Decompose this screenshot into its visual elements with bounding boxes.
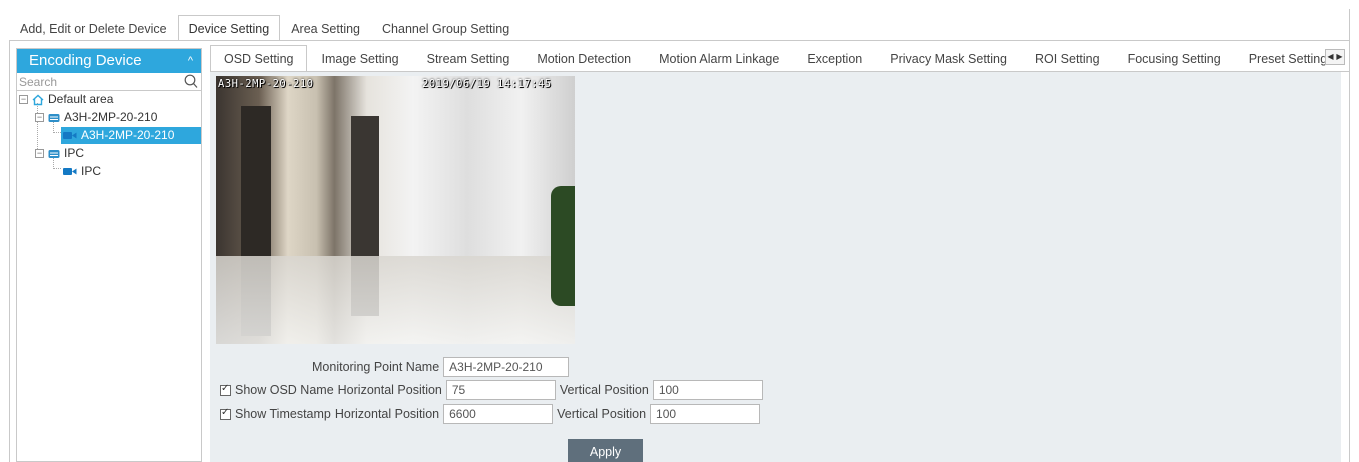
show-timestamp-checkbox[interactable] [220, 407, 231, 420]
live-video-preview: A3H-2MP-20-210 2019/06/19 14:17:45 [216, 76, 575, 344]
tree-connector [53, 132, 61, 133]
timestamp-vertical-label: Vertical Position [557, 407, 647, 421]
search-input[interactable] [17, 73, 201, 91]
osd-name-overlay[interactable]: A3H-2MP-20-210 [218, 78, 314, 90]
tree-node-device-a3h[interactable]: − A3H-2MP-20-210 [35, 109, 157, 126]
show-timestamp-label: Show Timestamp [235, 407, 331, 421]
collapse-icon[interactable]: − [35, 113, 44, 122]
osd-horizontal-field[interactable] [445, 380, 556, 400]
window-edge [1349, 9, 1350, 41]
arrow-left-icon[interactable]: ◀ [1326, 50, 1335, 64]
home-icon [32, 94, 44, 105]
top-tab-bar: Add, Edit or Delete Device Device Settin… [9, 15, 520, 41]
tab-channel-group-setting[interactable]: Channel Group Setting [371, 15, 520, 41]
video-scene [551, 186, 575, 306]
tab-stream-setting[interactable]: Stream Setting [413, 45, 524, 72]
tab-image-setting[interactable]: Image Setting [307, 45, 412, 72]
osd-vertical-label: Vertical Position [559, 383, 649, 397]
apply-button[interactable]: Apply [568, 439, 643, 462]
chevron-up-icon[interactable]: ^ [188, 49, 193, 73]
video-scene [216, 256, 575, 344]
tab-area-setting[interactable]: Area Setting [280, 15, 371, 41]
tree-label: A3H-2MP-20-210 [81, 128, 175, 142]
tab-add-edit-delete-device[interactable]: Add, Edit or Delete Device [9, 15, 178, 41]
tree-node-default-area[interactable]: − Default area [19, 91, 113, 108]
tab-device-setting[interactable]: Device Setting [177, 15, 281, 41]
show-osd-label: Show OSD Name [235, 383, 334, 397]
timestamp-horizontal-label: Horizontal Position [334, 407, 440, 421]
tree-label: IPC [64, 146, 85, 160]
camera-icon [63, 132, 77, 139]
tree-node-channel-ipc[interactable]: IPC [63, 163, 101, 180]
tab-focusing-setting[interactable]: Focusing Setting [1114, 45, 1235, 72]
nvr-device-icon [48, 150, 60, 158]
tab-roi-setting[interactable]: ROI Setting [1021, 45, 1114, 72]
tab-exception[interactable]: Exception [793, 45, 876, 72]
timestamp-horizontal-field[interactable] [443, 404, 554, 424]
camera-icon [63, 168, 77, 175]
arrow-right-icon[interactable]: ▶ [1335, 50, 1344, 64]
tab-scroll-buttons: ◀ ▶ [1325, 49, 1345, 65]
show-osd-checkbox[interactable] [220, 383, 231, 396]
tree-node-device-ipc[interactable]: − IPC [35, 145, 84, 162]
tab-privacy-mask-setting[interactable]: Privacy Mask Setting [876, 45, 1021, 72]
osd-timestamp-overlay[interactable]: 2019/06/19 14:17:45 [422, 78, 552, 90]
tree-label: IPC [81, 164, 102, 178]
monitoring-point-row: Monitoring Point Name [312, 357, 570, 377]
collapse-icon[interactable]: − [19, 95, 28, 104]
tree-connector [53, 168, 61, 169]
show-osd-row: Show OSD Name Horizontal Position Vertic… [220, 380, 763, 400]
device-sidebar: Encoding Device ^ − Default area − [16, 48, 202, 462]
tree-label: A3H-2MP-20-210 [64, 110, 158, 124]
osd-vertical-field[interactable] [652, 380, 763, 400]
sidebar-title: Encoding Device [29, 52, 142, 69]
tab-motion-detection[interactable]: Motion Detection [523, 45, 645, 72]
search-icon[interactable] [184, 73, 198, 89]
tab-osd-setting[interactable]: OSD Setting [210, 45, 308, 72]
tree-label: Default area [48, 92, 114, 106]
search-box [17, 73, 201, 91]
show-timestamp-row: Show Timestamp Horizontal Position Verti… [220, 404, 761, 424]
nvr-device-icon [48, 114, 60, 122]
collapse-icon[interactable]: − [35, 149, 44, 158]
osd-horizontal-label: Horizontal Position [337, 383, 442, 397]
settings-tab-bar: OSD Setting Image Setting Stream Setting… [210, 45, 1341, 72]
tab-motion-alarm-linkage[interactable]: Motion Alarm Linkage [645, 45, 793, 72]
monitoring-point-name-field[interactable] [443, 357, 570, 377]
tree-node-channel-a3h[interactable]: A3H-2MP-20-210 [61, 127, 201, 144]
sidebar-header[interactable]: Encoding Device ^ [17, 49, 201, 73]
timestamp-vertical-field[interactable] [650, 404, 761, 424]
monitoring-point-label: Monitoring Point Name [312, 360, 440, 374]
